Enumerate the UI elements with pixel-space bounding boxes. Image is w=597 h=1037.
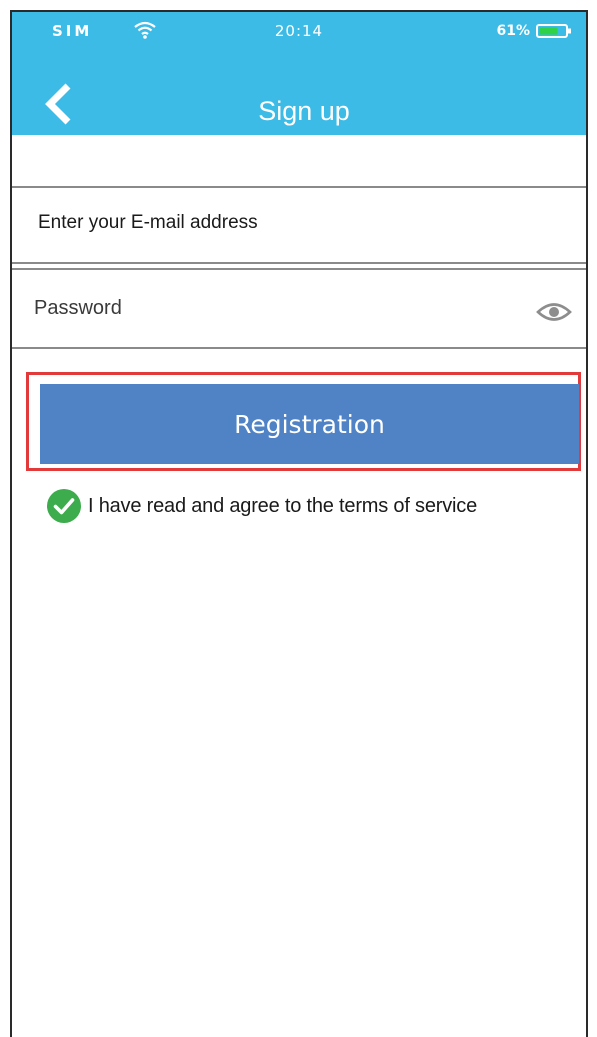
email-row [12,188,586,258]
nav-bar: Sign up [12,52,586,135]
page-title: Sign up [258,96,350,126]
eye-icon[interactable] [536,300,572,324]
phone-screen: SIM 20:14 61% Sign up Enter your E-mail … [10,10,588,1037]
terms-row: I have read and agree to the terms of se… [46,488,477,524]
password-bottom-divider [12,347,586,349]
password-row [12,272,586,347]
terms-label: I have read and agree to the terms of se… [88,494,477,517]
email-bottom-divider [12,262,586,264]
password-top-divider [12,268,586,270]
battery-percentage: 61% [496,23,530,39]
status-bar: SIM 20:14 61% [12,12,586,52]
email-field[interactable] [12,188,586,258]
app-header: SIM 20:14 61% Sign up [12,12,586,135]
password-field[interactable] [12,272,492,347]
battery-icon [536,24,571,38]
registration-highlight: Registration [26,372,581,471]
check-circle-icon[interactable] [46,488,82,524]
registration-button[interactable]: Registration [40,384,579,464]
